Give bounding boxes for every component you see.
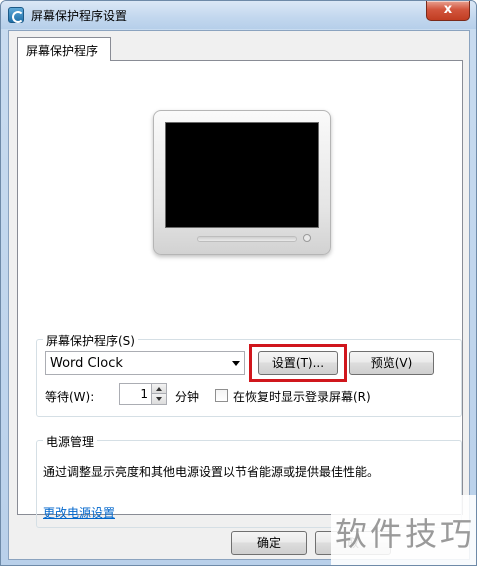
minutes-label: 分钟 xyxy=(175,390,200,404)
settings-button[interactable]: 设置(T)... xyxy=(258,351,338,375)
screensaver-group: 屏幕保护程序(S) Word Clock 设置(T)... 预览(V) 等待(W… xyxy=(36,332,462,417)
screensaver-select[interactable]: Word Clock xyxy=(45,351,245,375)
wait-label: 等待(W): xyxy=(45,390,95,404)
power-group-label: 电源管理 xyxy=(43,433,98,450)
screensaver-group-label: 屏幕保护程序(S) xyxy=(43,332,138,349)
preview-button[interactable]: 预览(V) xyxy=(349,351,434,375)
spin-down-icon[interactable] xyxy=(151,394,166,404)
screensaver-settings-window: 屏幕保护程序设置 x 屏幕保护程序 屏幕保护程序(S) Word Clock 设… xyxy=(0,0,477,566)
preview-screen xyxy=(165,122,319,228)
change-power-settings-link[interactable]: 更改电源设置 xyxy=(43,504,115,521)
resume-logon-label[interactable]: 在恢复时显示登录屏幕(R) xyxy=(233,388,371,405)
wait-minutes-stepper[interactable]: 1 xyxy=(119,383,167,405)
dialog-client: 屏幕保护程序 屏幕保护程序(S) Word Clock 设置(T)... 预览(… xyxy=(8,30,470,560)
ok-button[interactable]: 确定 xyxy=(231,531,307,555)
wait-minutes-value: 1 xyxy=(140,387,148,401)
chevron-down-icon[interactable] xyxy=(232,361,240,366)
spin-up-icon[interactable] xyxy=(151,384,166,394)
screensaver-selected-value: Word Clock xyxy=(50,356,123,371)
resume-logon-checkbox[interactable] xyxy=(215,389,228,402)
close-button[interactable]: x xyxy=(426,1,470,21)
power-led-icon xyxy=(303,234,311,242)
tab-panel: 屏幕保护程序(S) Word Clock 设置(T)... 预览(V) 等待(W… xyxy=(17,60,463,528)
monitor-icon xyxy=(153,110,331,255)
title-bar[interactable]: 屏幕保护程序设置 x xyxy=(1,1,476,29)
monitor-vent xyxy=(197,236,297,242)
window-title: 屏幕保护程序设置 xyxy=(31,9,128,23)
tab-screensaver[interactable]: 屏幕保护程序 xyxy=(17,37,111,61)
app-icon xyxy=(8,7,24,23)
watermark-text: 软件技巧 xyxy=(335,515,476,553)
power-description: 通过调整显示亮度和其他电源设置以节省能源或提供最佳性能。 xyxy=(43,465,380,479)
